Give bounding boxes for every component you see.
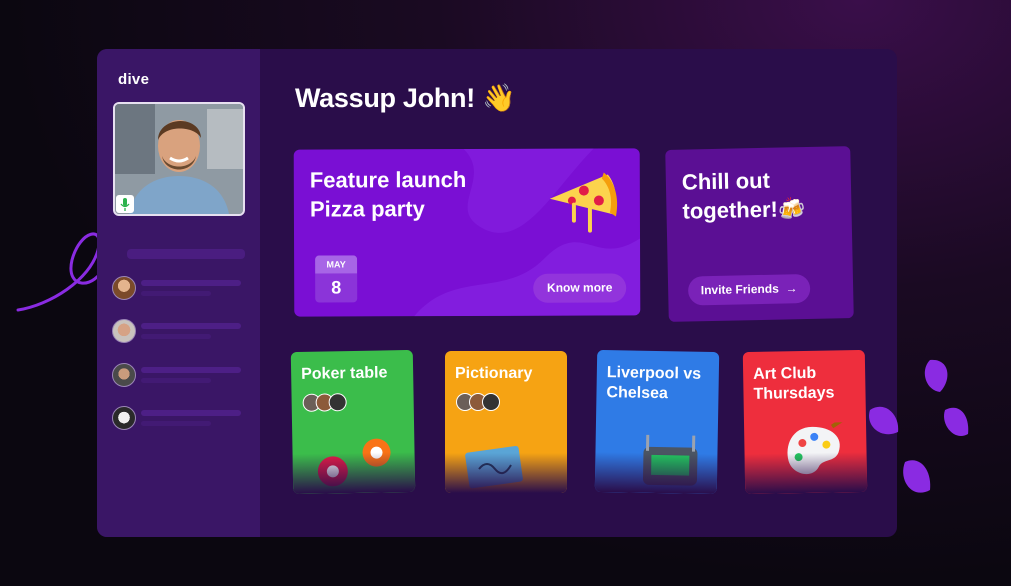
mic-icon[interactable] <box>116 195 134 213</box>
room-title: Art Club Thursdays <box>753 364 835 403</box>
avatar <box>112 406 136 430</box>
pizza-icon <box>549 172 618 233</box>
contact-item[interactable] <box>112 319 252 343</box>
invite-card: Chill out together!🍻 Invite Friends → <box>665 146 854 322</box>
know-more-button[interactable]: Know more <box>533 273 627 303</box>
participant-avatars <box>456 393 500 411</box>
avatar <box>112 363 136 387</box>
contact-item[interactable] <box>112 276 252 300</box>
room-title: Poker table <box>301 364 388 383</box>
user-avatar <box>115 104 243 214</box>
sidebar-placeholder-bar <box>127 249 245 259</box>
room-card-poker[interactable]: Poker table <box>290 349 416 495</box>
avatar <box>112 276 136 300</box>
room-title: Liverpool vs Chelsea <box>606 364 702 403</box>
room-title: Pictionary <box>455 365 533 382</box>
participant-avatars <box>302 393 347 412</box>
app-window: dive Wassup John! 👋 Feature launch Pizza… <box>97 49 897 537</box>
invite-friends-button[interactable]: Invite Friends → <box>687 273 811 306</box>
page-title: Wassup John! 👋 <box>295 83 516 113</box>
contact-item[interactable] <box>112 363 252 387</box>
event-title: Feature launch Pizza party <box>309 167 467 222</box>
self-video-preview[interactable] <box>113 102 245 216</box>
contact-item[interactable] <box>112 406 252 430</box>
room-card-football[interactable]: Liverpool vs Chelsea <box>594 349 720 495</box>
sidebar: dive <box>97 49 260 537</box>
event-card-featured[interactable]: Feature launch Pizza party MAY 8 Know mo… <box>293 148 641 317</box>
event-date-badge: MAY 8 <box>315 255 358 303</box>
room-card-art-club[interactable]: Art Club Thursdays <box>742 349 868 495</box>
avatar <box>112 319 136 343</box>
app-logo: dive <box>118 71 150 88</box>
room-card-pictionary[interactable]: Pictionary <box>445 351 567 493</box>
invite-card-title: Chill out together!🍻 <box>681 167 806 224</box>
arrow-right-icon: → <box>782 281 798 296</box>
